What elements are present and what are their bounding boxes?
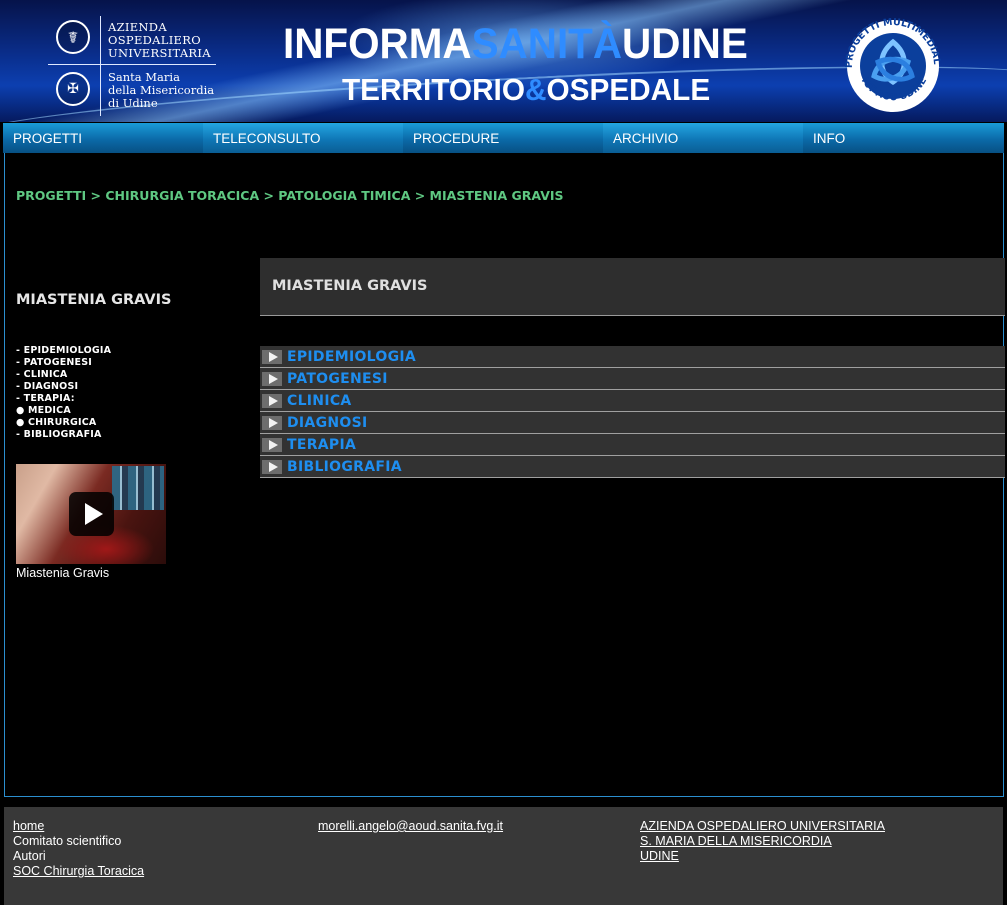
section-row-patogenesi[interactable]: PATOGENESI	[260, 368, 1005, 390]
section-row-terapia[interactable]: TERAPIA	[260, 434, 1005, 456]
site-title-part-1: INFORMA	[283, 20, 472, 68]
footer-email-link[interactable]: morelli.angelo@aoud.sanita.fvg.it	[318, 819, 503, 834]
footer-org-link-line1[interactable]: AZIENDA OSPEDALIERO UNIVERSITARIA	[640, 819, 885, 834]
nav-item-progetti[interactable]: PROGETTI	[3, 123, 203, 153]
footer-home-link[interactable]: home	[13, 819, 144, 834]
sidebar-item-epidemiologia[interactable]: - EPIDEMIOLOGIA	[16, 345, 111, 357]
triquetra-emblem-icon: PROGETTI MULTIMEDIALI ICT AOU UDINE	[838, 14, 942, 112]
expand-arrow-icon[interactable]	[262, 393, 282, 408]
expand-arrow-icon[interactable]	[262, 349, 282, 364]
main-nav: PROGETTI TELECONSULTO PROCEDURE ARCHIVIO…	[3, 123, 1004, 153]
video-caption[interactable]: Miastenia Gravis	[16, 566, 109, 580]
main-header: MIASTENIA GRAVIS	[260, 258, 1005, 316]
site-title: INFORMASANITÀUDINE	[283, 20, 748, 69]
section-label[interactable]: CLINICA	[287, 393, 352, 409]
footer-comitato-text: Comitato scientifico	[13, 834, 122, 848]
site-title-part-3: UDINE	[622, 20, 748, 68]
content-area: PROGETTI > CHIRURGIA TORACICA > PATOLOGI…	[4, 153, 1005, 797]
section-label[interactable]: DIAGNOSI	[287, 415, 367, 431]
video-thumbnail[interactable]	[16, 464, 166, 564]
section-label[interactable]: BIBLIOGRAFIA	[287, 459, 402, 475]
section-row-diagnosi[interactable]: DIAGNOSI	[260, 412, 1005, 434]
play-icon[interactable]	[69, 492, 114, 536]
ict-projects-logo[interactable]: PROGETTI MULTIMEDIALI ICT AOU UDINE	[838, 14, 948, 114]
logo-divider-vertical	[100, 16, 101, 116]
footer-soc-link[interactable]: SOC Chirurgia Toracica	[13, 864, 144, 879]
hospital-emblem-icon: ☤	[56, 20, 90, 54]
expand-arrow-icon[interactable]	[262, 437, 282, 452]
footer-org: AZIENDA OSPEDALIERO UNIVERSITARIA S. MAR…	[640, 819, 885, 864]
site-title-part-2: SANITÀ	[471, 20, 623, 68]
logo-divider-horizontal	[48, 64, 216, 65]
nav-item-info[interactable]: INFO	[803, 123, 1003, 153]
footer: home Comitato scientifico Autori SOC Chi…	[4, 807, 1003, 905]
section-row-clinica[interactable]: CLINICA	[260, 390, 1005, 412]
expand-arrow-icon[interactable]	[262, 371, 282, 386]
section-row-epidemiologia[interactable]: EPIDEMIOLOGIA	[260, 346, 1005, 368]
org-subname: Santa Maria della Misericordia di Udine	[108, 70, 215, 110]
sidebar-title: MIASTENIA GRAVIS	[16, 292, 172, 308]
section-row-bibliografia[interactable]: BIBLIOGRAFIA	[260, 456, 1005, 478]
sidebar-item-bibliografia[interactable]: - BIBLIOGRAFIA	[16, 429, 111, 441]
hospital-logo[interactable]: ☤ ✠ AZIENDA OSPEDALIERO UNIVERSITARIA Sa…	[48, 16, 218, 116]
header-banner: ☤ ✠ AZIENDA OSPEDALIERO UNIVERSITARIA Sa…	[0, 0, 1007, 122]
video-thumbnail-monitors	[112, 466, 164, 510]
sidebar-item-medica[interactable]: ● MEDICA	[16, 405, 111, 417]
footer-links: home Comitato scientifico Autori SOC Chi…	[13, 819, 144, 879]
expand-arrow-icon[interactable]	[262, 459, 282, 474]
footer-autori-text: Autori	[13, 849, 46, 863]
expand-arrow-icon[interactable]	[262, 415, 282, 430]
eagle-crest-icon: ✠	[56, 72, 90, 106]
sidebar-item-diagnosi[interactable]: - DIAGNOSI	[16, 381, 111, 393]
site-subtitle: TERRITORIO&OSPEDALE	[342, 72, 710, 108]
site-subtitle-part-2: OSPEDALE	[546, 72, 711, 107]
section-list: EPIDEMIOLOGIA PATOGENESI CLINICA DIAGNOS…	[260, 346, 1005, 478]
sidebar-item-patogenesi[interactable]: - PATOGENESI	[16, 357, 111, 369]
breadcrumb[interactable]: PROGETTI > CHIRURGIA TORACICA > PATOLOGI…	[16, 188, 564, 203]
org-name: AZIENDA OSPEDALIERO UNIVERSITARIA	[108, 20, 211, 60]
nav-item-teleconsulto[interactable]: TELECONSULTO	[203, 123, 403, 153]
sidebar-item-clinica[interactable]: - CLINICA	[16, 369, 111, 381]
section-label[interactable]: EPIDEMIOLOGIA	[287, 349, 416, 365]
page-title: MIASTENIA GRAVIS	[272, 278, 428, 294]
footer-org-link-line2[interactable]: S. MARIA DELLA MISERICORDIA	[640, 834, 885, 849]
footer-contact: morelli.angelo@aoud.sanita.fvg.it	[318, 819, 503, 834]
nav-item-procedure[interactable]: PROCEDURE	[403, 123, 603, 153]
section-label[interactable]: PATOGENESI	[287, 371, 388, 387]
section-label[interactable]: TERAPIA	[287, 437, 356, 453]
sidebar-item-chirurgica[interactable]: ● CHIRURGICA	[16, 417, 111, 429]
site-subtitle-ampersand: &	[524, 72, 547, 107]
nav-item-archivio[interactable]: ARCHIVIO	[603, 123, 803, 153]
sidebar-menu: - EPIDEMIOLOGIA - PATOGENESI - CLINICA -…	[16, 345, 111, 441]
site-subtitle-part-1: TERRITORIO	[342, 72, 525, 107]
footer-org-link-line3[interactable]: UDINE	[640, 849, 885, 864]
sidebar-item-terapia[interactable]: - TERAPIA:	[16, 393, 111, 405]
